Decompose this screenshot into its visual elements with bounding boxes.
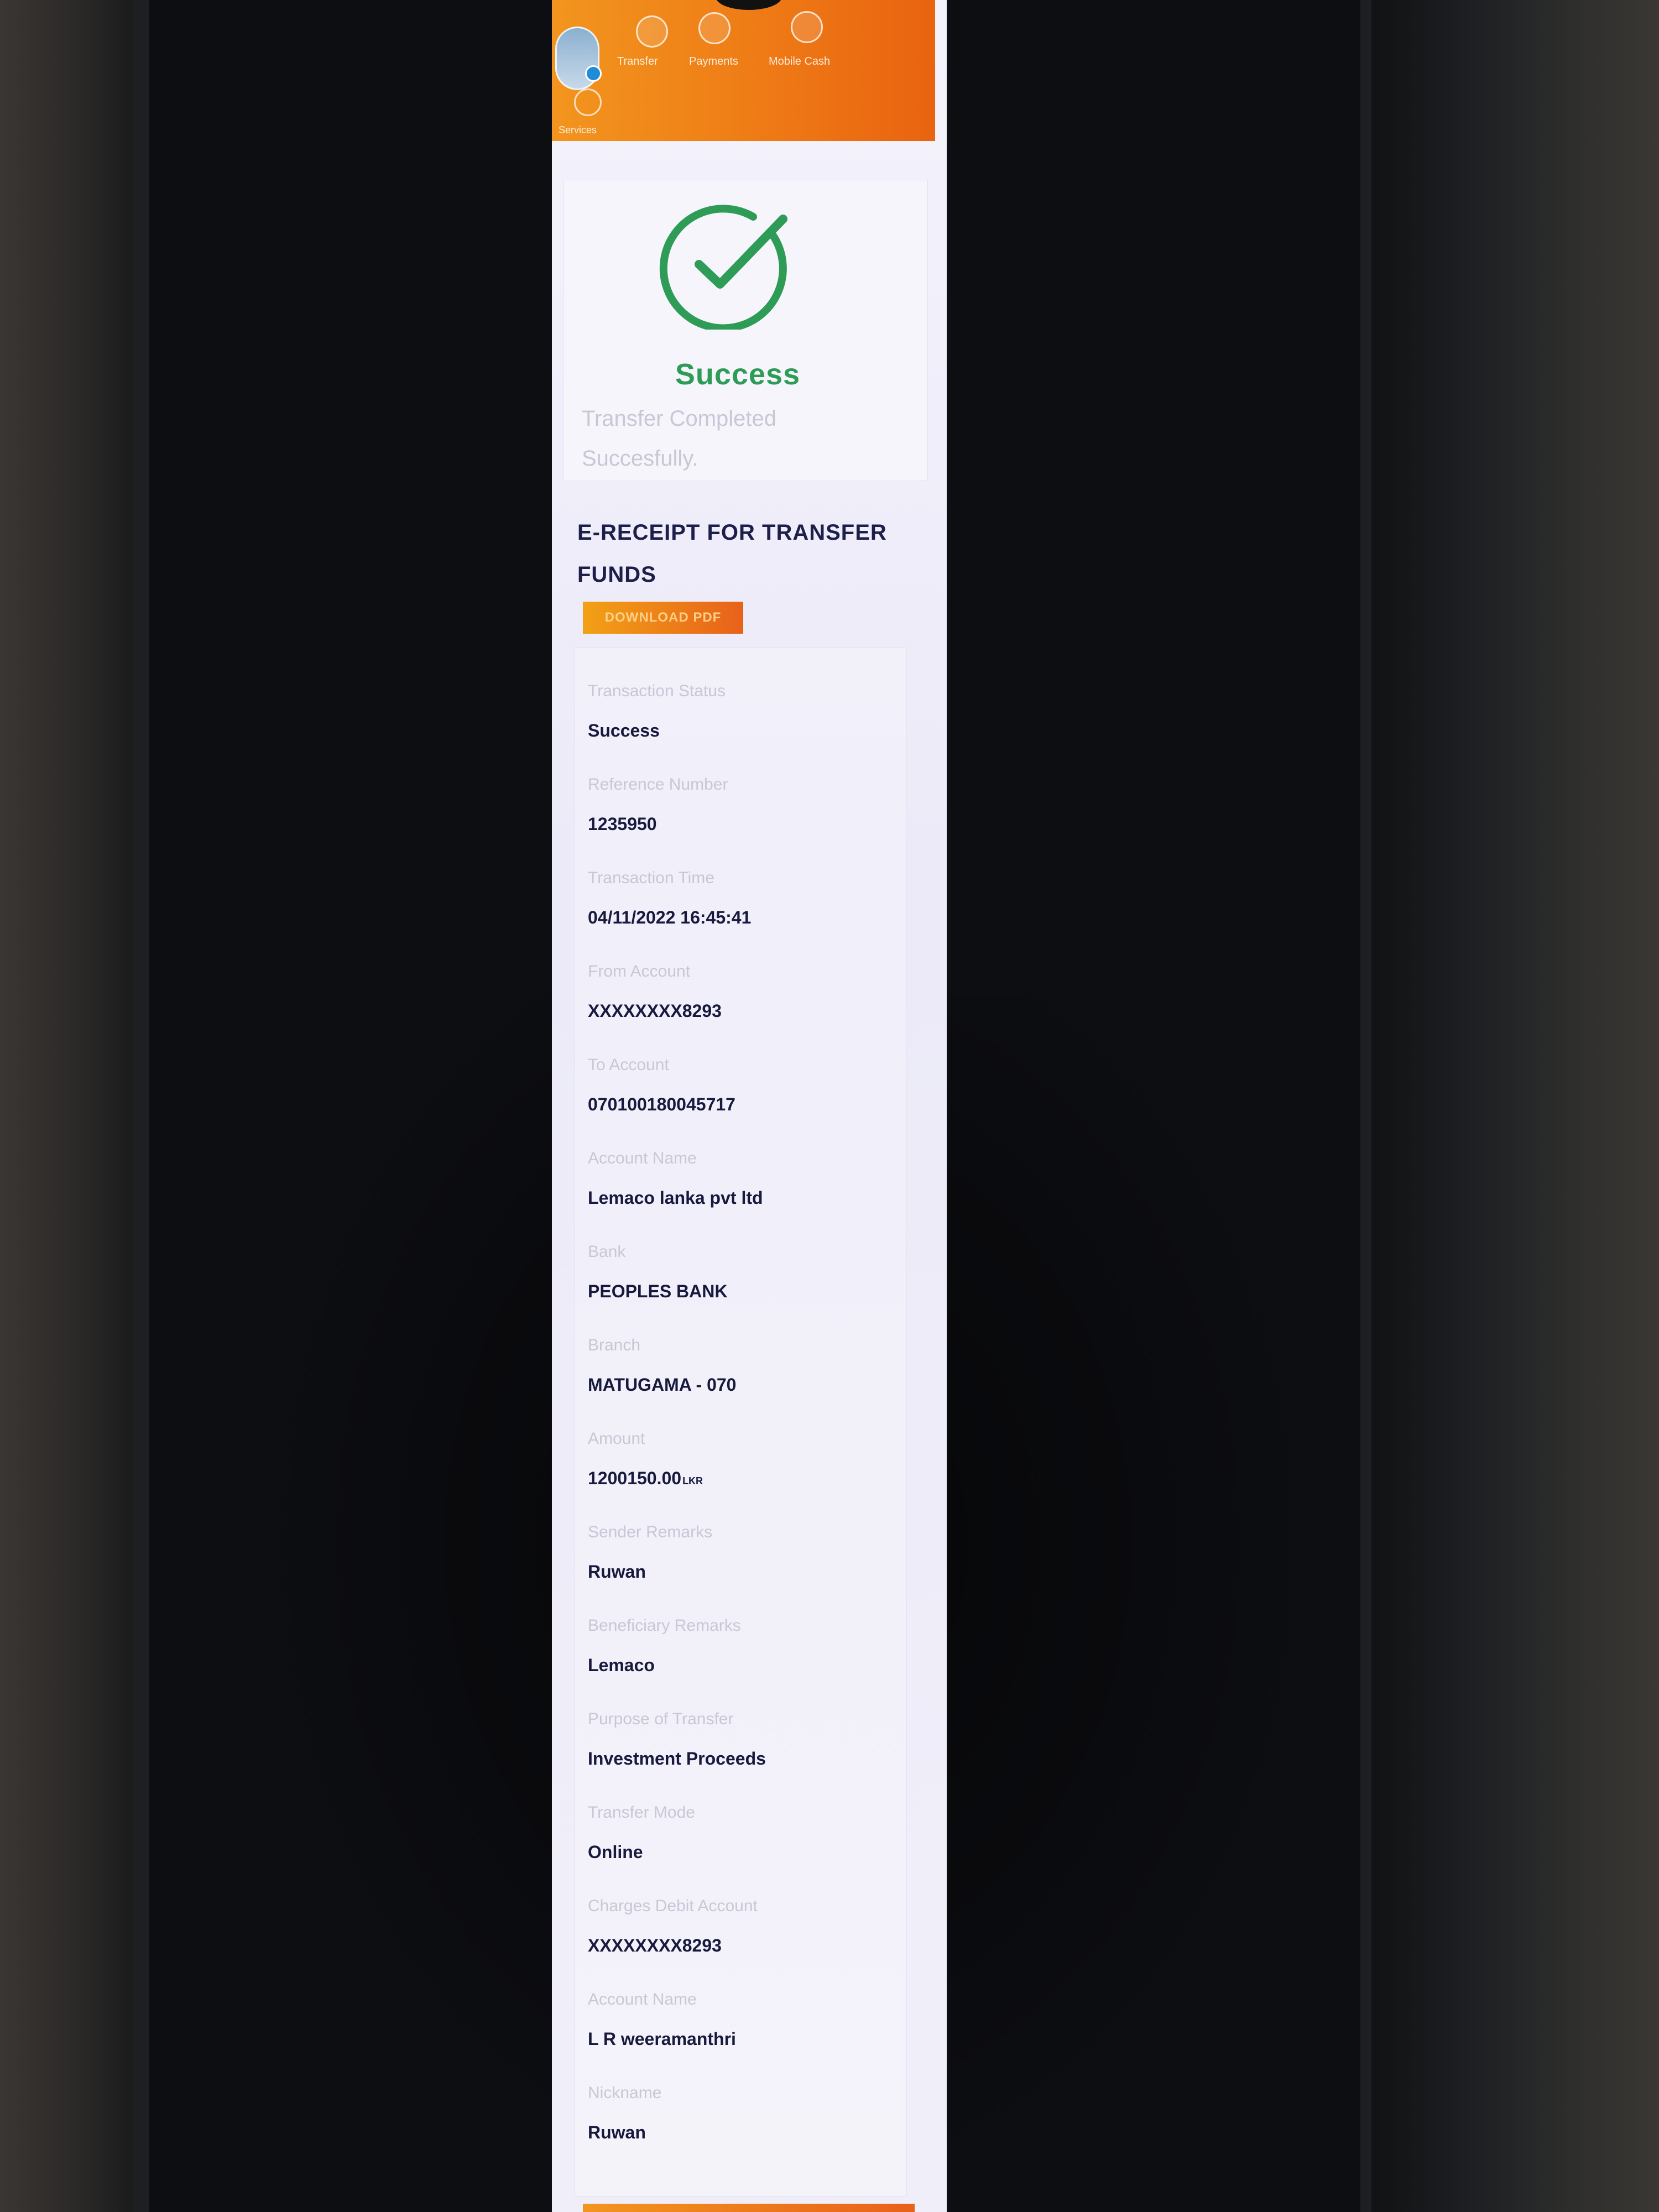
- detail-value: PEOPLES BANK: [588, 1281, 898, 1302]
- detail-value-text: Ruwan: [588, 1562, 646, 1582]
- detail-label: Transaction Status: [588, 682, 726, 700]
- success-card: Success Transfer Completed Succesfully.: [563, 180, 928, 481]
- detail-value-text: Lemaco lanka pvt ltd: [588, 1188, 763, 1208]
- detail-label: Account Name: [588, 1149, 697, 1167]
- detail-row: Transaction Status Success: [588, 682, 898, 741]
- detail-row: Nickname Ruwan: [588, 2084, 898, 2143]
- detail-value: Lemaco lanka pvt ltd: [588, 1188, 898, 1208]
- detail-value-text: 04/11/2022 16:45:41: [588, 907, 752, 927]
- success-title: Success: [675, 358, 801, 391]
- detail-value-text: Investment Proceeds: [588, 1749, 766, 1768]
- receipt-details-card: Transaction Status Success Reference Numbe…: [574, 647, 907, 2197]
- detail-value: Lemaco: [588, 1655, 898, 1676]
- detail-label: Charges Debit Account: [588, 1897, 758, 1915]
- detail-label: Branch: [588, 1336, 641, 1354]
- top-navigation-bar: Transfer Payments Mobile Cash Services: [552, 0, 935, 141]
- detail-value-text: 070100180045717: [588, 1094, 735, 1114]
- detail-label: Nickname: [588, 2084, 662, 2102]
- detail-value-text: 1235950: [588, 814, 657, 834]
- detail-value: Ruwan: [588, 1562, 898, 1582]
- detail-row: Purpose of Transfer Investment Proceeds: [588, 1710, 898, 1769]
- nav-mobile-cash[interactable]: Mobile Cash: [769, 55, 830, 68]
- detail-value: 1235950: [588, 814, 898, 834]
- detail-value: 070100180045717: [588, 1094, 898, 1115]
- detail-row: From Account XXXXXXXX8293: [588, 962, 898, 1021]
- detail-value-text: Lemaco: [588, 1655, 655, 1675]
- detail-row: Account Name L R weeramanthri: [588, 1990, 898, 2049]
- detail-value: L R weeramanthri: [588, 2029, 898, 2049]
- photo-background-left: [0, 0, 149, 2212]
- detail-row: Account Name Lemaco lanka pvt ltd: [588, 1149, 898, 1208]
- detail-value-text: XXXXXXXX8293: [588, 1936, 722, 1955]
- detail-value: XXXXXXXX8293: [588, 1001, 898, 1021]
- nav-payments[interactable]: Payments: [689, 55, 738, 68]
- nav-services[interactable]: Services: [559, 124, 597, 136]
- nav-transfer[interactable]: Transfer: [617, 55, 658, 68]
- notification-badge-icon: [585, 65, 602, 82]
- detail-label: Transfer Mode: [588, 1803, 695, 1822]
- download-pdf-button[interactable]: DOWNLOAD PDF: [583, 602, 743, 634]
- detail-label: Reference Number: [588, 775, 728, 794]
- detail-row: Reference Number 1235950: [588, 775, 898, 834]
- detail-value: Ruwan: [588, 2122, 898, 2143]
- detail-value-text: L R weeramanthri: [588, 2029, 736, 2049]
- detail-label: Transaction Time: [588, 869, 714, 887]
- detail-row: Bank PEOPLES BANK: [588, 1243, 898, 1302]
- receipt-title: E-RECEIPT FOR TRANSFER FUNDS: [577, 520, 887, 587]
- detail-label: To Account: [588, 1056, 669, 1074]
- detail-value: XXXXXXXX8293: [588, 1936, 898, 1956]
- camera-notch: [716, 0, 782, 10]
- success-check-icon: [659, 205, 787, 330]
- app-screen: Transfer Payments Mobile Cash Services S…: [552, 0, 947, 2212]
- detail-value: Investment Proceeds: [588, 1749, 898, 1769]
- detail-label: From Account: [588, 962, 691, 980]
- detail-row: Beneficiary Remarks Lemaco: [588, 1616, 898, 1676]
- detail-row: Branch MATUGAMA - 070: [588, 1336, 898, 1395]
- detail-value-text: Success: [588, 721, 660, 740]
- success-subtitle: Transfer Completed Succesfully.: [582, 406, 776, 471]
- detail-value: 04/11/2022 16:45:41: [588, 907, 898, 928]
- detail-value-text: XXXXXXXX8293: [588, 1001, 722, 1021]
- transfer-icon[interactable]: [636, 15, 668, 48]
- mobile-cash-icon[interactable]: [791, 11, 823, 43]
- photo-background-right: [1371, 0, 1659, 2212]
- detail-label: Bank: [588, 1243, 626, 1261]
- detail-label: Purpose of Transfer: [588, 1710, 734, 1728]
- detail-row: To Account 070100180045717: [588, 1056, 898, 1115]
- detail-value: MATUGAMA - 070: [588, 1375, 898, 1395]
- detail-label: Sender Remarks: [588, 1523, 713, 1541]
- detail-value-text: 1200150.00: [588, 1468, 682, 1488]
- detail-value-text: Online: [588, 1842, 643, 1862]
- detail-row: Transaction Time 04/11/2022 16:45:41: [588, 869, 898, 928]
- detail-value: Online: [588, 1842, 898, 1863]
- detail-label: Beneficiary Remarks: [588, 1616, 741, 1635]
- detail-value-text: PEOPLES BANK: [588, 1281, 728, 1301]
- detail-row: Charges Debit Account XXXXXXXX8293: [588, 1897, 898, 1956]
- detail-row: Amount 1200150.00 LKR: [588, 1430, 898, 1489]
- payments-icon[interactable]: [698, 12, 731, 44]
- detail-row: Transfer Mode Online: [588, 1803, 898, 1863]
- currency-unit: LKR: [682, 1475, 703, 1486]
- detail-value: Success: [588, 721, 898, 741]
- bottom-action-button[interactable]: [583, 2204, 915, 2212]
- detail-row: Sender Remarks Ruwan: [588, 1523, 898, 1582]
- services-icon[interactable]: [574, 88, 602, 116]
- detail-label: Amount: [588, 1430, 645, 1448]
- detail-value: 1200150.00 LKR: [588, 1468, 898, 1489]
- detail-value-text: MATUGAMA - 070: [588, 1375, 737, 1395]
- detail-label: Account Name: [588, 1990, 697, 2008]
- detail-value-text: Ruwan: [588, 2122, 646, 2142]
